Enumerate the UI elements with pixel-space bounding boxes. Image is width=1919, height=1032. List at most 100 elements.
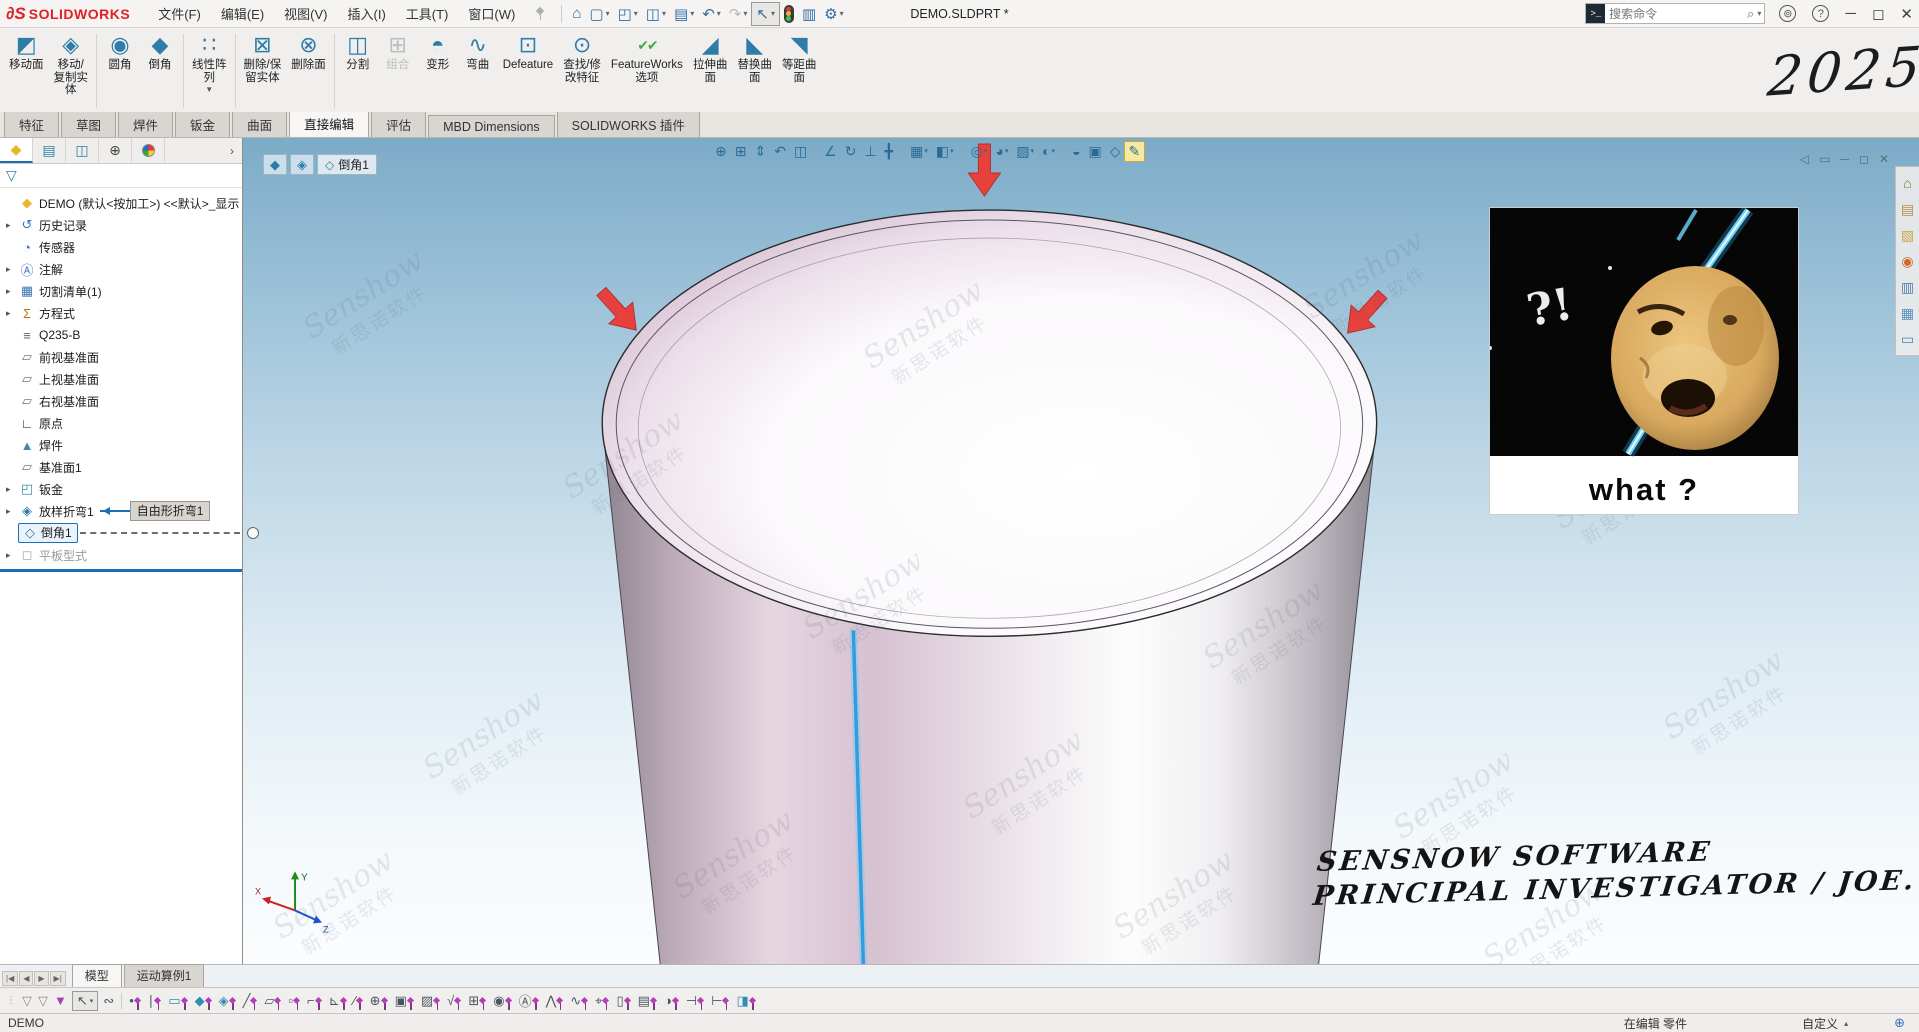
tab-scroll-button-1[interactable]: ◀ (19, 971, 33, 986)
displaymanager-tab[interactable] (132, 138, 165, 163)
panel-expand-chevron[interactable]: › (222, 144, 242, 158)
dropdown-caret-icon[interactable]: ▾ (634, 9, 638, 18)
filter-edges-icon[interactable]: ▽ (35, 992, 51, 1010)
sketch-point-icon[interactable]: • (126, 992, 145, 1009)
ribbon-button-等距曲面[interactable]: ◥等距曲 面 (777, 30, 822, 84)
datum-icon[interactable]: ▤ (635, 992, 661, 1010)
ribbon-button-移动面[interactable]: ◩移动面 (4, 30, 49, 72)
tab-草图[interactable]: 草图 (61, 110, 116, 137)
menubar-item[interactable]: 工具(T) (396, 1, 459, 26)
tree-item-基准面1[interactable]: ▱基准面1 (0, 456, 242, 478)
pushpin-icon[interactable] (340, 998, 348, 1011)
pushpin-icon[interactable] (697, 998, 705, 1011)
tree-item-Q235-B[interactable]: ≡Q235-B (0, 324, 242, 346)
home-icon[interactable]: ⌂ (568, 3, 585, 24)
tree-item-切割清单-1-[interactable]: ▸▦切割清单(1) (0, 280, 242, 302)
toolbar-drag-handle[interactable]: ⋮ (6, 995, 15, 1006)
propertymanager-tab[interactable]: ▤ (33, 138, 66, 163)
ribbon-button-删除-保留实体[interactable]: ⊠删除/保 留实体 (239, 30, 287, 84)
pushpin-icon[interactable] (556, 998, 564, 1011)
zoom-fit-icon[interactable]: ⊕ (711, 142, 731, 161)
dropdown-caret-icon[interactable]: ▾ (90, 997, 94, 1005)
section-hatch-icon[interactable]: ▨ (418, 992, 444, 1010)
open-document-icon[interactable]: ◰▾ (614, 3, 642, 25)
tree-item-上视基准面[interactable]: ▱上视基准面 (0, 368, 242, 390)
pushpin-icon[interactable] (134, 998, 142, 1011)
featuremanager-tab[interactable]: ◆ (0, 138, 33, 163)
pushpin-icon[interactable] (532, 998, 540, 1011)
pushpin-icon[interactable] (181, 998, 189, 1011)
search-input[interactable] (1605, 7, 1747, 21)
tangent-arc-icon[interactable]: ⊾ (326, 992, 351, 1010)
shadows-icon[interactable]: ◒ (1068, 142, 1084, 160)
perspective-icon[interactable]: ◇ (1106, 142, 1125, 161)
menubar-item[interactable]: 视图(V) (274, 1, 337, 26)
previous-doc-icon[interactable]: ◁ (1800, 152, 1809, 166)
dropdown-caret-icon[interactable]: ▾ (771, 9, 775, 18)
status-globe-icon[interactable]: ⊕ (1894, 1015, 1905, 1031)
pushpin-icon[interactable] (433, 998, 441, 1011)
ribbon-button-移动-复制实体[interactable]: ◈移动/ 复制实 体 (49, 30, 94, 97)
menubar-item[interactable]: 窗口(W) (458, 1, 525, 26)
task-custom-properties-icon[interactable]: ▥ (1896, 274, 1919, 300)
normal-to-icon[interactable]: ⊥ (860, 142, 880, 161)
tree-item-注解[interactable]: ▸Ⓐ注解 (0, 258, 242, 280)
expand-arrow-icon[interactable]: ▸ (6, 550, 18, 561)
flyout-body-icon[interactable]: ◈ (290, 154, 314, 175)
print-icon[interactable]: ▤▾ (670, 3, 698, 25)
properties-icon[interactable]: ▥ (798, 3, 820, 25)
tab-焊件[interactable]: 焊件 (118, 110, 173, 137)
minimize-icon[interactable]: ─ (1845, 5, 1856, 22)
edit-sketch-icon[interactable]: ✎ (1125, 142, 1145, 161)
pushpin-icon[interactable] (479, 998, 487, 1011)
menubar-item[interactable]: 文件(F) (148, 1, 211, 26)
dropdown-caret-icon[interactable]: ▾ (717, 9, 721, 18)
tab-直接编辑[interactable]: 直接编辑 (289, 109, 369, 137)
pushpin-icon[interactable] (315, 998, 323, 1011)
edit-appearance-icon[interactable]: ◕▾ (991, 142, 1012, 160)
filter-faces-icon[interactable]: ▼ (51, 992, 70, 1009)
ribbon-button-删除面[interactable]: ⊗删除面 (286, 30, 331, 72)
magnified-note-icon[interactable]: ◉ (490, 992, 515, 1010)
ribbon-button-分割[interactable]: ◫分割 (338, 30, 378, 72)
undo-icon[interactable]: ↶▾ (698, 3, 725, 25)
dropdown-caret-icon[interactable]: ▾ (743, 9, 747, 18)
pushpin-icon[interactable] (293, 998, 301, 1011)
ribbon-button-倒角[interactable]: ◆倒角 (140, 30, 180, 72)
lofted-boss-icon[interactable]: ◆ (192, 992, 216, 1010)
tree-item-前视基准面[interactable]: ▱前视基准面 (0, 346, 242, 368)
pushpin-icon[interactable] (505, 998, 513, 1011)
tree-item-倒角1[interactable]: ◇倒角1 (0, 522, 242, 544)
pushpin-icon[interactable] (229, 998, 237, 1011)
centerline-icon[interactable]: ⁄ (351, 992, 367, 1009)
pushpin-icon[interactable] (454, 998, 462, 1011)
expand-arrow-icon[interactable]: ▸ (6, 484, 18, 495)
expand-arrow-icon[interactable]: ▸ (6, 506, 18, 517)
save-icon[interactable]: ◫▾ (642, 3, 670, 25)
dropdown-caret-icon[interactable]: ▼ (205, 85, 213, 94)
pushpin-icon[interactable] (581, 998, 589, 1011)
flyout-part-icon[interactable]: ◆ (263, 154, 287, 175)
pushpin-icon[interactable] (650, 998, 658, 1011)
selected-feature-chip[interactable]: ◇ 倒角1 (317, 154, 377, 175)
pushpin-icon[interactable] (602, 998, 610, 1011)
pushpin-icon[interactable] (154, 998, 162, 1011)
select-arrow-icon[interactable]: ↖▾ (72, 991, 98, 1011)
tree-item-平板型式[interactable]: ▸◻平板型式 (0, 544, 242, 566)
dropdown-caret-icon[interactable]: ▾ (984, 147, 988, 155)
expand-arrow-icon[interactable]: ▸ (6, 220, 18, 231)
pin-marker-icon[interactable]: ▯ (613, 992, 634, 1010)
break-line-left-icon[interactable]: ⊣ (683, 992, 708, 1010)
rollback-bar[interactable] (0, 569, 242, 572)
tab-特征[interactable]: 特征 (4, 110, 59, 137)
tab-solidworks-插件[interactable]: SOLIDWORKS 插件 (557, 110, 700, 137)
ribbon-button-拉伸曲面[interactable]: ◢拉伸曲 面 (688, 30, 733, 84)
hide-show-items-icon[interactable]: ◎▾ (967, 142, 992, 161)
minimize-doc-icon[interactable]: ─ (1840, 152, 1849, 166)
dropdown-caret-icon[interactable]: ▾ (1005, 147, 1009, 155)
task-appearances-icon[interactable]: ◉ (1896, 248, 1919, 274)
pushpin-icon[interactable] (722, 998, 730, 1011)
filter-vertices-icon[interactable]: ▽ (19, 992, 35, 1010)
dropdown-caret-icon[interactable]: ▾ (662, 9, 666, 18)
configurationmanager-tab[interactable]: ◫ (66, 138, 99, 163)
